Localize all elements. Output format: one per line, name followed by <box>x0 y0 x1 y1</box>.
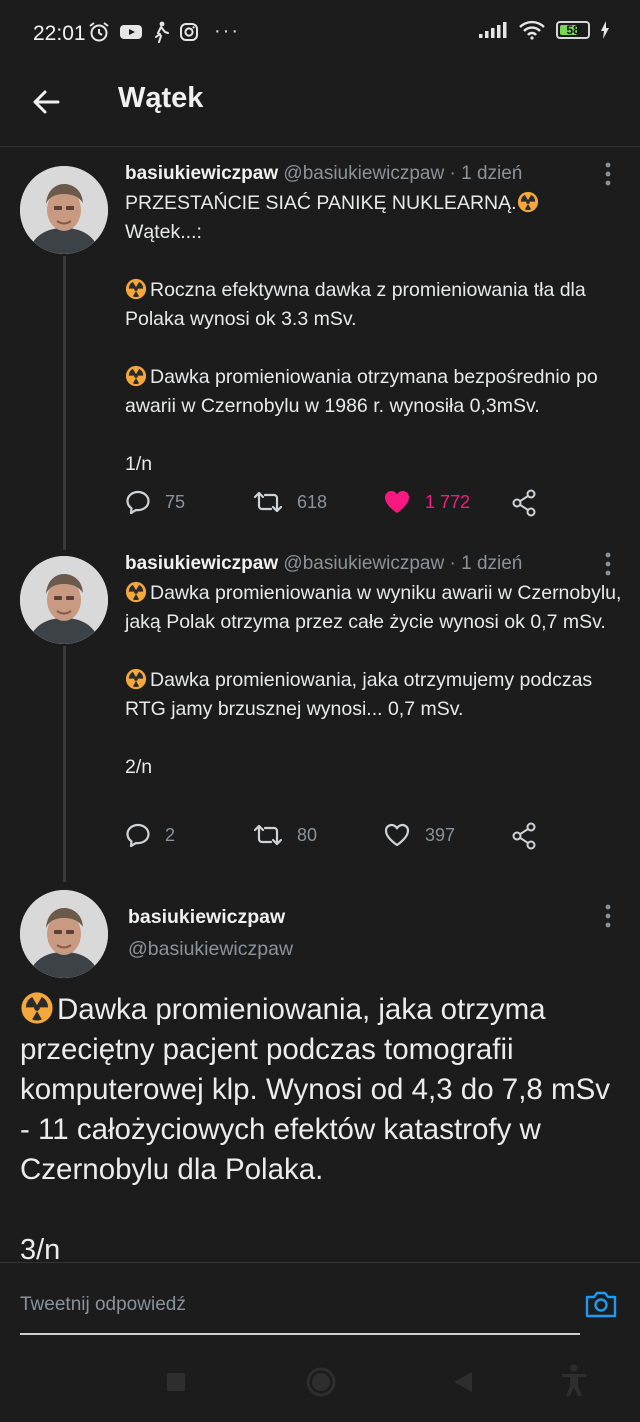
more-options-icon[interactable] <box>598 902 618 930</box>
tweet-meta: basiukiewiczpaw @basiukiewiczpaw · 1 dzi… <box>125 553 522 575</box>
reply-button[interactable]: 75 <box>125 489 185 515</box>
author-handle[interactable]: @basiukiewiczpaw <box>283 163 444 184</box>
heart-outline-icon <box>384 823 410 847</box>
youtube-icon <box>120 24 142 39</box>
radioactive-icon <box>125 668 147 690</box>
author-name[interactable]: basiukiewiczpaw <box>125 163 278 184</box>
author-name[interactable]: basiukiewiczpaw <box>128 906 285 929</box>
alarm-icon <box>89 21 109 41</box>
tweet-text: PRZESTAŃCIE SIAĆ PANIKĘ NUKLEARNĄ. Wątek… <box>125 189 625 479</box>
tweet-line: Dawka promieniowania, jaka otrzyma przec… <box>20 993 611 1186</box>
tweet-line: Wątek...: <box>125 221 202 243</box>
author-handle[interactable]: @basiukiewiczpaw <box>128 938 293 961</box>
retweet-count: 80 <box>297 824 318 845</box>
reply-icon <box>126 823 150 848</box>
tweet-actions: 75 618 1 772 <box>125 489 555 519</box>
thread-line <box>63 646 66 882</box>
tweet-line: Dawka promieniowania otrzymana bezpośred… <box>125 366 598 417</box>
more-options-icon[interactable] <box>598 550 618 578</box>
back-nav-icon[interactable] <box>452 1371 474 1393</box>
walking-icon <box>155 21 169 43</box>
reply-count: 2 <box>165 824 176 845</box>
radioactive-icon <box>125 581 147 603</box>
retweet-icon <box>253 824 283 846</box>
author-name[interactable]: basiukiewiczpaw <box>125 553 278 574</box>
tweet-actions: 2 80 397 <box>125 822 555 852</box>
thread-header: Wątek <box>0 68 640 147</box>
radioactive-icon <box>21 992 53 1024</box>
like-button[interactable]: 397 <box>383 822 455 848</box>
signal-icon <box>479 22 507 38</box>
thread-line <box>63 256 66 550</box>
tweet-time: 1 dzień <box>461 553 523 574</box>
system-nav-bar <box>0 1342 640 1422</box>
retweet-button[interactable]: 618 <box>253 489 327 515</box>
author-handle[interactable]: @basiukiewiczpaw <box>283 553 444 574</box>
tweet-line: Dawka promieniowania w wyniku awarii w C… <box>125 582 622 633</box>
like-button[interactable]: 1 772 <box>383 489 470 515</box>
like-count: 397 <box>425 824 456 845</box>
retweet-button[interactable]: 80 <box>253 822 317 848</box>
status-time: 22:01 <box>33 22 86 45</box>
reply-count: 75 <box>165 491 186 512</box>
instagram-icon <box>180 22 198 41</box>
thread-counter: 2/n <box>125 756 153 778</box>
share-icon[interactable] <box>511 489 537 517</box>
page-title: Wątek <box>118 82 204 114</box>
tweet-meta: basiukiewiczpaw @basiukiewiczpaw · 1 dzi… <box>125 163 522 185</box>
reply-bar: Tweetnij odpowiedź <box>0 1262 640 1343</box>
meta-separator: · <box>449 163 456 184</box>
radioactive-icon <box>125 365 147 387</box>
avatar[interactable] <box>20 166 108 254</box>
tweet-time: 1 dzień <box>461 163 523 184</box>
retweet-icon <box>253 491 283 513</box>
recents-icon[interactable] <box>166 1372 186 1392</box>
share-icon[interactable] <box>511 822 537 850</box>
avatar[interactable] <box>20 890 108 978</box>
battery-level: 58 <box>566 23 580 37</box>
thread-counter: 1/n <box>125 453 153 475</box>
wifi-icon <box>519 20 545 40</box>
heart-filled-icon <box>385 491 409 513</box>
home-icon[interactable] <box>305 1366 337 1398</box>
meta-separator: · <box>449 553 456 574</box>
more-options-icon[interactable] <box>598 160 618 188</box>
back-arrow-icon[interactable] <box>30 86 62 118</box>
tweet-line: Roczna efektywna dawka z promieniowania … <box>125 279 586 330</box>
reply-icon <box>126 490 150 515</box>
battery-icon: 58 <box>556 21 590 39</box>
accessibility-icon[interactable] <box>560 1364 588 1398</box>
camera-icon[interactable] <box>584 1289 618 1319</box>
more-dots-icon: ··· <box>214 20 240 42</box>
tweet-line: PRZESTAŃCIE SIAĆ PANIKĘ NUKLEARNĄ. <box>125 192 517 214</box>
tweet-text: Dawka promieniowania, jaka otrzyma przec… <box>20 990 620 1190</box>
tweet-line: Dawka promieniowania, jaka otrzymujemy p… <box>125 669 593 720</box>
like-count: 1 772 <box>425 491 471 512</box>
retweet-count: 618 <box>297 491 328 512</box>
avatar[interactable] <box>20 556 108 644</box>
charging-icon <box>601 21 609 39</box>
reply-button[interactable]: 2 <box>125 822 175 848</box>
tweet-text: Dawka promieniowania w wyniku awarii w C… <box>125 579 625 782</box>
status-bar: 22:01 ··· 58 <box>0 0 640 68</box>
radioactive-icon <box>125 278 147 300</box>
reply-input[interactable]: Tweetnij odpowiedź <box>20 1283 580 1335</box>
radioactive-icon <box>517 191 538 213</box>
